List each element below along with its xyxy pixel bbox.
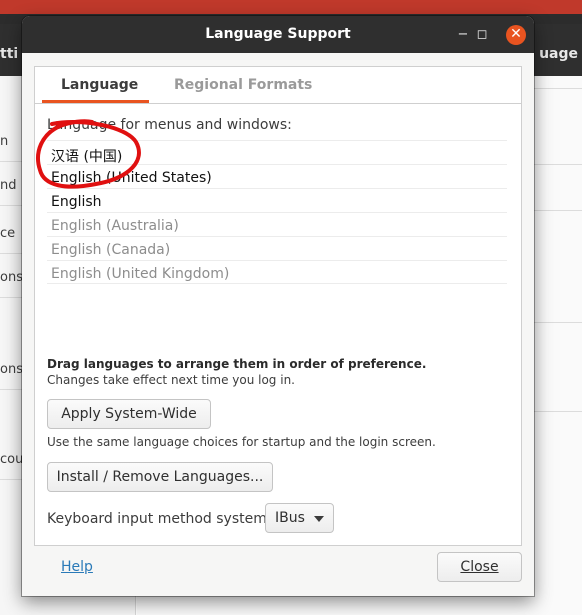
language-list-item[interactable]: English xyxy=(47,188,507,212)
language-list-item[interactable]: English (Australia) xyxy=(47,212,507,236)
apply-hint: Use the same language choices for startu… xyxy=(47,435,436,449)
close-button[interactable]: Close xyxy=(437,552,522,582)
tab-bar: Language Regional Formats xyxy=(35,67,521,104)
tab-language[interactable]: Language xyxy=(61,77,138,93)
install-remove-languages-button[interactable]: Install / Remove Languages... xyxy=(47,462,273,492)
language-notebook: Language Regional Formats Language for m… xyxy=(34,66,522,546)
language-list-item[interactable]: English (United States) xyxy=(47,164,507,188)
background-sidebar-label: ons xyxy=(0,362,23,377)
close-button-label: Close xyxy=(460,559,499,575)
background-header-title-left: tti xyxy=(0,46,19,62)
close-window-icon[interactable]: ✕ xyxy=(506,25,526,45)
maximize-icon[interactable]: ◻ xyxy=(472,25,492,45)
language-list-item[interactable]: English (Canada) xyxy=(47,236,507,260)
help-link[interactable]: Help xyxy=(61,559,93,575)
effect-hint: Changes take effect next time you log in… xyxy=(47,373,295,387)
background-sidebar-label: nd xyxy=(0,178,17,193)
language-list: 汉语 (中国) English (United States) English … xyxy=(47,140,507,292)
background-sidebar-label: ons xyxy=(0,270,23,285)
keyboard-input-label: Keyboard input method system: xyxy=(47,511,272,527)
drag-hint: Drag languages to arrange them in order … xyxy=(47,357,427,371)
minimize-icon[interactable]: − xyxy=(453,25,473,45)
tab-regional-formats[interactable]: Regional Formats xyxy=(174,77,312,93)
language-list-item[interactable]: 汉语 (中国) xyxy=(47,140,507,165)
dialog-titlebar[interactable]: Language Support − ◻ ✕ xyxy=(22,16,534,53)
background-sidebar-label: ce xyxy=(0,226,16,241)
language-list-item[interactable]: English (United Kingdom) xyxy=(47,260,507,284)
active-tab-indicator xyxy=(42,100,149,103)
background-header-title-right: uage xyxy=(539,46,578,62)
chevron-down-icon xyxy=(314,516,324,522)
language-list-caption: Language for menus and windows: xyxy=(47,117,292,133)
background-sidebar-label: n xyxy=(0,134,9,149)
keyboard-input-method-select[interactable]: IBus xyxy=(265,503,334,533)
apply-system-wide-button[interactable]: Apply System-Wide xyxy=(47,399,211,429)
background-sidebar-label: cou xyxy=(0,452,24,467)
keyboard-input-method-value: IBus xyxy=(275,510,305,526)
language-support-dialog: Language Support − ◻ ✕ Language Regional… xyxy=(22,16,534,596)
